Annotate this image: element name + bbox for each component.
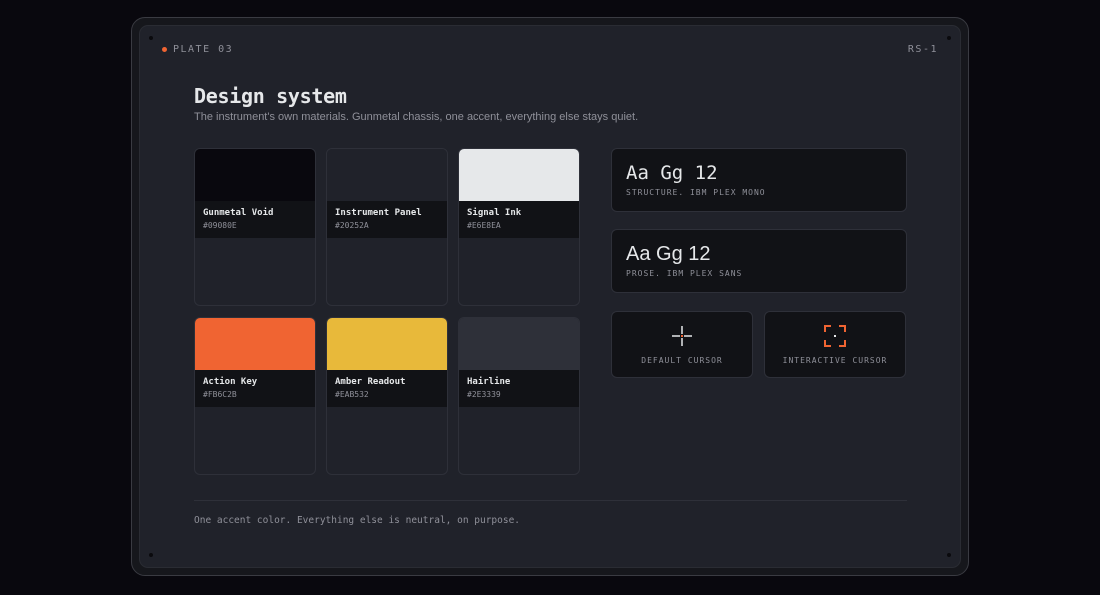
accent-dot-icon (162, 47, 167, 52)
swatch-signal-ink: Signal Ink #E6E8EA (458, 148, 580, 306)
interactive-cursor-card: INTERACTIVE CURSOR (764, 311, 906, 378)
swatch-hex: #2E3339 (467, 390, 501, 399)
screw-top-left (149, 36, 153, 40)
swatch-color-block (195, 149, 315, 201)
swatch-color-block (459, 149, 579, 201)
swatch-name: Gunmetal Void (203, 208, 274, 218)
swatch-color-block (459, 318, 579, 370)
swatch-gunmetal-void: Gunmetal Void #09080E (194, 148, 316, 306)
swatch-hex: #EAB532 (335, 390, 369, 399)
page-title: Design system (194, 84, 347, 108)
type-caption: STRUCTURE. IBM PLEX MONO (626, 188, 766, 197)
focus-brackets-icon (824, 325, 846, 347)
page-subtitle: The instrument's own materials. Gunmetal… (194, 111, 639, 123)
swatch-action-key: Action Key #FB6C2B (194, 317, 316, 475)
swatch-instrument-panel: Instrument Panel #20252A (326, 148, 448, 306)
crosshair-icon (672, 326, 692, 346)
swatch-meta: Instrument Panel #20252A (327, 201, 447, 238)
swatch-hex: #20252A (335, 221, 369, 230)
swatch-name: Signal Ink (467, 208, 522, 218)
swatch-hex: #FB6C2B (203, 390, 237, 399)
screw-top-right (947, 36, 951, 40)
plate-label: PLATE 03 (162, 44, 233, 55)
swatch-hex: #E6E8EA (467, 221, 501, 230)
footnote: One accent color. Everything else is neu… (194, 515, 521, 526)
swatch-name: Amber Readout (335, 377, 406, 387)
swatch-amber-readout: Amber Readout #EAB532 (326, 317, 448, 475)
type-specimen-mono: Aa Gg 12 STRUCTURE. IBM PLEX MONO (611, 148, 907, 212)
swatch-name: Hairline (467, 377, 511, 387)
cursor-caption: INTERACTIVE CURSOR (782, 356, 888, 365)
type-sample: Aa Gg 12 (626, 243, 711, 265)
divider (194, 500, 907, 501)
screw-bottom-right (947, 553, 951, 557)
plate-label-text: PLATE 03 (173, 44, 234, 55)
swatch-meta: Hairline #2E3339 (459, 370, 579, 407)
default-cursor-card: DEFAULT CURSOR (611, 311, 753, 378)
swatch-color-block (327, 149, 447, 201)
swatch-color-block (327, 318, 447, 370)
swatch-meta: Action Key #FB6C2B (195, 370, 315, 407)
screw-bottom-left (149, 553, 153, 557)
swatch-meta: Amber Readout #EAB532 (327, 370, 447, 407)
swatch-hex: #09080E (203, 221, 237, 230)
cursor-caption: DEFAULT CURSOR (641, 356, 723, 365)
swatch-color-block (195, 318, 315, 370)
type-caption: PROSE. IBM PLEX SANS (626, 269, 743, 278)
swatch-meta: Signal Ink #E6E8EA (459, 201, 579, 238)
swatch-hairline: Hairline #2E3339 (458, 317, 580, 475)
type-specimen-sans: Aa Gg 12 PROSE. IBM PLEX SANS (611, 229, 907, 293)
plate-panel: PLATE 03 RS-1 Design system The instrume… (139, 25, 961, 568)
swatch-name: Instrument Panel (335, 208, 422, 218)
type-sample: Aa Gg 12 (626, 162, 718, 184)
model-code: RS-1 (907, 44, 938, 55)
swatch-name: Action Key (203, 377, 258, 387)
swatch-meta: Gunmetal Void #09080E (195, 201, 315, 238)
